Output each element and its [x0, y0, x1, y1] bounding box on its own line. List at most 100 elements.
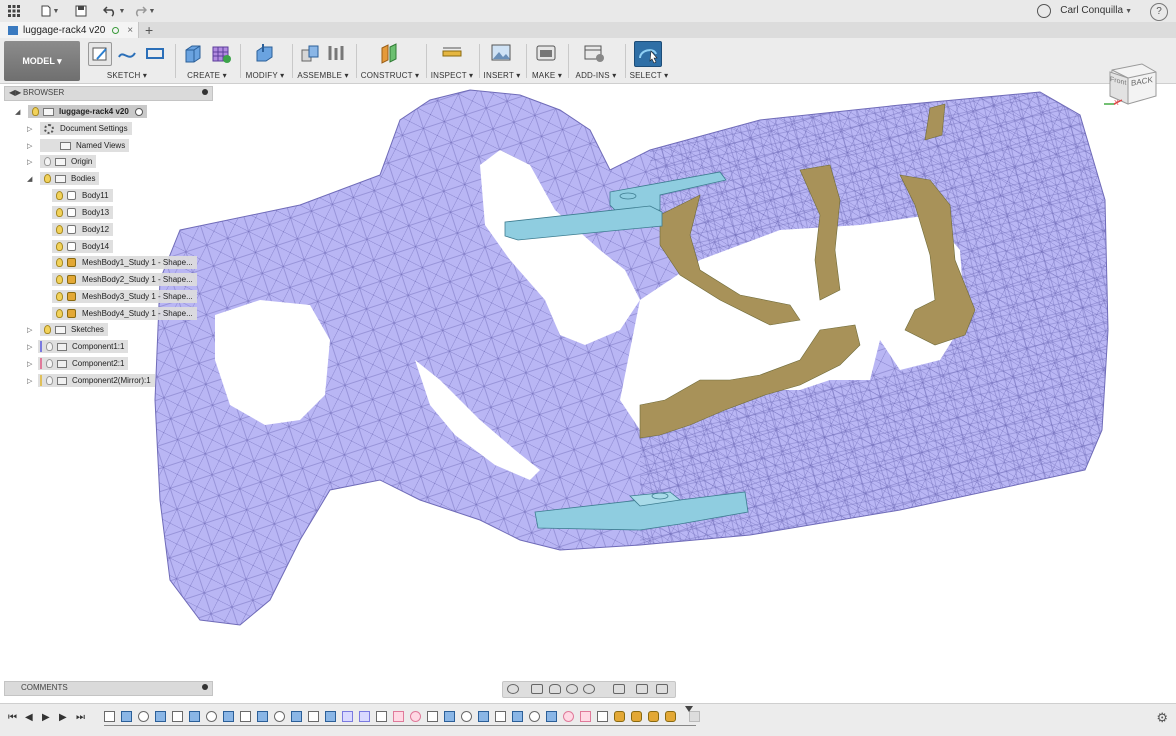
user-menu[interactable]: Carl Conquilla ▼: [1060, 5, 1132, 16]
timeline-feature-extrude-icon[interactable]: [155, 711, 166, 722]
timeline-feature-sketch-icon[interactable]: [495, 711, 506, 722]
save-button[interactable]: [74, 3, 88, 19]
collapse-browser-icon[interactable]: ◀▶: [9, 88, 21, 97]
visibility-bulb-icon[interactable]: [56, 191, 63, 200]
visibility-bulb-icon[interactable]: [56, 242, 63, 251]
tree-item-body11[interactable]: Body11: [52, 189, 113, 202]
tree-item-meshbody4[interactable]: MeshBody4_Study 1 - Shape...: [52, 307, 197, 320]
tree-expand-root[interactable]: ◢: [15, 108, 20, 116]
timeline-feature-extrude-icon[interactable]: [478, 711, 489, 722]
timeline-feature-extrude-icon[interactable]: [546, 711, 557, 722]
timeline-feature-sketch-icon[interactable]: [104, 711, 115, 722]
create-sketch-icon[interactable]: [88, 42, 112, 66]
visibility-bulb-icon[interactable]: [56, 225, 63, 234]
timeline-feature-sketch-icon[interactable]: [308, 711, 319, 722]
timeline-feature-sketch-icon[interactable]: [427, 711, 438, 722]
tree-item-document-settings[interactable]: Document Settings: [40, 122, 132, 135]
visibility-bulb-off-icon[interactable]: [46, 342, 53, 351]
tree-item-origin[interactable]: Origin: [40, 155, 97, 168]
timeline-feature-mesh-icon[interactable]: [614, 711, 625, 722]
visibility-bulb-icon[interactable]: [56, 275, 63, 284]
timeline-feature-sketch-icon[interactable]: [274, 711, 285, 722]
tree-item-meshbody1[interactable]: MeshBody1_Study 1 - Shape...: [52, 256, 197, 269]
extrude-icon[interactable]: [182, 42, 204, 64]
inspect-menu[interactable]: INSPECT ▾: [429, 71, 475, 80]
visibility-bulb-off-icon[interactable]: [44, 157, 51, 166]
tree-expand-component1[interactable]: ▷: [27, 343, 32, 351]
timeline-feature-sketch-icon[interactable]: [240, 711, 251, 722]
generative-mesh-body[interactable]: [154, 89, 1109, 626]
file-menu-button[interactable]: ▼: [38, 3, 62, 19]
modify-menu[interactable]: MODIFY ▾: [243, 71, 287, 80]
play-icon[interactable]: ▶: [42, 712, 50, 723]
visibility-bulb-off-icon[interactable]: [46, 359, 53, 368]
visibility-bulb-icon[interactable]: [32, 107, 39, 116]
insert-image-icon[interactable]: [490, 42, 512, 64]
timeline-feature-sketch-icon[interactable]: [206, 711, 217, 722]
comments-panel-header[interactable]: COMMENTS: [4, 681, 213, 696]
tree-expand-document-settings[interactable]: ▷: [27, 125, 32, 133]
comments-options-icon[interactable]: [202, 684, 208, 690]
tree-expand-component2[interactable]: ▷: [27, 360, 32, 368]
grid-settings-icon[interactable]: [636, 684, 648, 694]
new-tab-button[interactable]: +: [145, 22, 153, 38]
timeline-feature-extrude-icon[interactable]: [512, 711, 523, 722]
visibility-bulb-icon[interactable]: [56, 309, 63, 318]
zoom-window-icon[interactable]: [583, 684, 595, 694]
timeline-feature-extrude-icon[interactable]: [189, 711, 200, 722]
visibility-bulb-off-icon[interactable]: [46, 376, 53, 385]
step-forward-icon[interactable]: ▶: [59, 712, 67, 723]
job-status-clock-icon[interactable]: [1037, 4, 1051, 18]
undo-button[interactable]: ▼: [102, 3, 126, 19]
document-tab[interactable]: luggage-rack4 v20 ×: [0, 22, 139, 38]
timeline-feature-mesh-icon[interactable]: [648, 711, 659, 722]
timeline-settings-gear-icon[interactable]: ⚙: [1156, 710, 1168, 726]
construct-menu[interactable]: CONSTRUCT ▾: [359, 71, 421, 80]
rectangle-tool-icon[interactable]: [144, 42, 166, 64]
offset-plane-icon[interactable]: [379, 42, 401, 64]
visibility-bulb-icon[interactable]: [56, 208, 63, 217]
workspace-switcher[interactable]: MODEL ▾: [4, 41, 80, 81]
tree-item-component2-mirror[interactable]: Component2(Mirror):1: [38, 374, 155, 387]
timeline-feature-mirror-icon[interactable]: [563, 711, 574, 722]
redo-button[interactable]: ▼: [132, 3, 156, 19]
close-tab-button[interactable]: ×: [127, 25, 133, 36]
display-settings-icon[interactable]: [613, 684, 625, 694]
timeline-feature-extrude-icon[interactable]: [223, 711, 234, 722]
timeline-feature-sketch-icon[interactable]: [172, 711, 183, 722]
browser-panel-header[interactable]: ◀▶ BROWSER: [4, 86, 213, 101]
timeline-feature-mesh-icon[interactable]: [631, 711, 642, 722]
timeline-feature-extrude-icon[interactable]: [325, 711, 336, 722]
tree-expand-bodies[interactable]: ◢: [27, 175, 32, 183]
viewports-icon[interactable]: [656, 684, 668, 694]
timeline-feature-mesh-icon[interactable]: [665, 711, 676, 722]
select-menu[interactable]: SELECT ▾: [628, 71, 670, 80]
tree-item-body14[interactable]: Body14: [52, 240, 114, 253]
timeline-feature-suppressed-icon[interactable]: [689, 711, 700, 722]
browser-options-icon[interactable]: [202, 89, 208, 95]
timeline-feature-extrude-icon[interactable]: [444, 711, 455, 722]
view-cube[interactable]: Front BACK X: [1100, 60, 1162, 110]
scripts-icon[interactable]: [583, 42, 605, 64]
tree-item-sketches[interactable]: Sketches: [40, 323, 108, 336]
timeline-feature-sketch-icon[interactable]: [138, 711, 149, 722]
measure-icon[interactable]: [441, 42, 463, 64]
timeline-feature-component-icon[interactable]: [342, 711, 353, 722]
tree-item-named-views[interactable]: Named Views: [40, 139, 130, 152]
timeline-feature-mirror-icon[interactable]: [580, 711, 591, 722]
zoom-icon[interactable]: [566, 684, 578, 694]
tree-expand-origin[interactable]: ▷: [27, 158, 32, 166]
tree-item-body12[interactable]: Body12: [52, 223, 114, 236]
help-button[interactable]: ?: [1150, 3, 1168, 21]
visibility-bulb-icon[interactable]: [44, 174, 51, 183]
line-tool-icon[interactable]: [116, 42, 138, 64]
tree-item-bodies[interactable]: Bodies: [40, 172, 100, 185]
create-form-icon[interactable]: [210, 42, 232, 64]
timeline-feature-sketch-icon[interactable]: [461, 711, 472, 722]
make-menu[interactable]: MAKE ▾: [529, 71, 565, 80]
sketch-menu[interactable]: SKETCH ▾: [84, 71, 170, 80]
tree-expand-component2-mirror[interactable]: ▷: [27, 377, 32, 385]
tree-item-meshbody2[interactable]: MeshBody2_Study 1 - Shape...: [52, 273, 197, 286]
app-grid-icon[interactable]: [7, 3, 21, 19]
timeline-feature-extrude-icon[interactable]: [257, 711, 268, 722]
